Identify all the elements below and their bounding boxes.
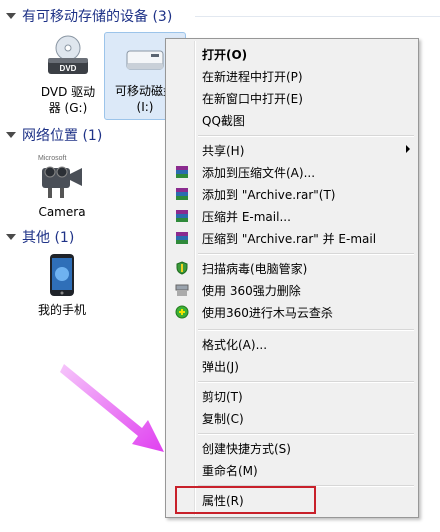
dvd-badge: DVD — [60, 64, 77, 73]
menu-item-eject[interactable]: 弹出(J) — [168, 355, 416, 377]
menu-item-rename[interactable]: 重命名(M) — [168, 459, 416, 481]
shield-icon — [176, 261, 188, 275]
dvd-drive-label: DVD 驱动 器 (G:) — [40, 85, 96, 115]
menu-item-add-to-archive[interactable]: 添加到压缩文件(A)... — [168, 161, 416, 183]
menu-item-qq-screenshot[interactable]: QQ截图 — [168, 109, 416, 131]
group-header-other[interactable]: 其他 (1) — [0, 227, 74, 247]
menu-item-cut[interactable]: 剪切(T) — [168, 385, 416, 407]
collapse-triangle-icon[interactable] — [6, 13, 16, 19]
360-icon — [175, 305, 189, 319]
menu-separator — [198, 381, 414, 383]
camera-device[interactable]: Microsoft Camera — [22, 152, 102, 220]
menu-item-force-delete-360[interactable]: 使用 360强力删除 — [168, 279, 416, 301]
menu-item-scan-virus[interactable]: 扫描病毒(电脑管家) — [168, 257, 416, 279]
menu-item-open[interactable]: 打开(O) — [168, 43, 416, 65]
menu-item-compress-rar-email[interactable]: 压缩到 "Archive.rar" 并 E-mail — [168, 227, 416, 249]
submenu-arrow-icon — [406, 145, 410, 153]
menu-separator — [198, 329, 414, 331]
shredder-icon — [175, 284, 189, 296]
menu-item-create-shortcut[interactable]: 创建快捷方式(S) — [168, 437, 416, 459]
dvd-drive-icon: DVD — [48, 35, 88, 74]
menu-item-trojan-scan-360[interactable]: 使用360进行木马云查杀 — [168, 301, 416, 323]
context-menu: 打开(O) 在新进程中打开(P) 在新窗口中打开(E) QQ截图 共享(H) 添… — [165, 38, 419, 518]
menu-item-format[interactable]: 格式化(A)... — [168, 333, 416, 355]
group-title: 有可移动存储的设备 (3) — [22, 9, 173, 25]
menu-item-copy[interactable]: 复制(C) — [168, 407, 416, 429]
camera-icon: Microsoft — [38, 155, 82, 198]
menu-item-share[interactable]: 共享(H) — [168, 139, 416, 161]
removable-disk-icon — [126, 50, 164, 70]
menu-item-open-new-window[interactable]: 在新窗口中打开(E) — [168, 87, 416, 109]
menu-item-compress-email[interactable]: 压缩并 E-mail... — [168, 205, 416, 227]
menu-item-open-new-process[interactable]: 在新进程中打开(P) — [168, 65, 416, 87]
phone-label: 我的手机 — [37, 303, 86, 317]
group-divider — [195, 16, 440, 17]
svg-text:Microsoft: Microsoft — [38, 155, 66, 162]
collapse-triangle-icon[interactable] — [6, 234, 16, 240]
properties-highlight-box — [175, 486, 316, 514]
menu-separator — [198, 253, 414, 255]
camera-label: Camera — [38, 205, 86, 219]
phone-device[interactable]: 我的手机 — [22, 252, 102, 318]
collapse-triangle-icon[interactable] — [6, 132, 16, 138]
group-title: 其他 (1) — [22, 230, 75, 246]
group-header-network[interactable]: 网络位置 (1) — [0, 125, 102, 145]
winrar-icon — [176, 232, 188, 244]
group-title: 网络位置 (1) — [22, 128, 103, 144]
phone-icon — [50, 254, 74, 296]
winrar-icon — [176, 188, 188, 200]
dvd-drive[interactable]: DVD DVD 驱动 器 (G:) — [28, 34, 108, 116]
group-header-removable[interactable]: 有可移动存储的设备 (3) — [0, 6, 172, 26]
menu-separator — [198, 433, 414, 435]
menu-item-add-to-archive-rar[interactable]: 添加到 "Archive.rar"(T) — [168, 183, 416, 205]
menu-separator — [198, 135, 414, 137]
pointer-arrow-icon — [60, 364, 164, 452]
winrar-icon — [176, 166, 188, 178]
winrar-icon — [176, 210, 188, 222]
